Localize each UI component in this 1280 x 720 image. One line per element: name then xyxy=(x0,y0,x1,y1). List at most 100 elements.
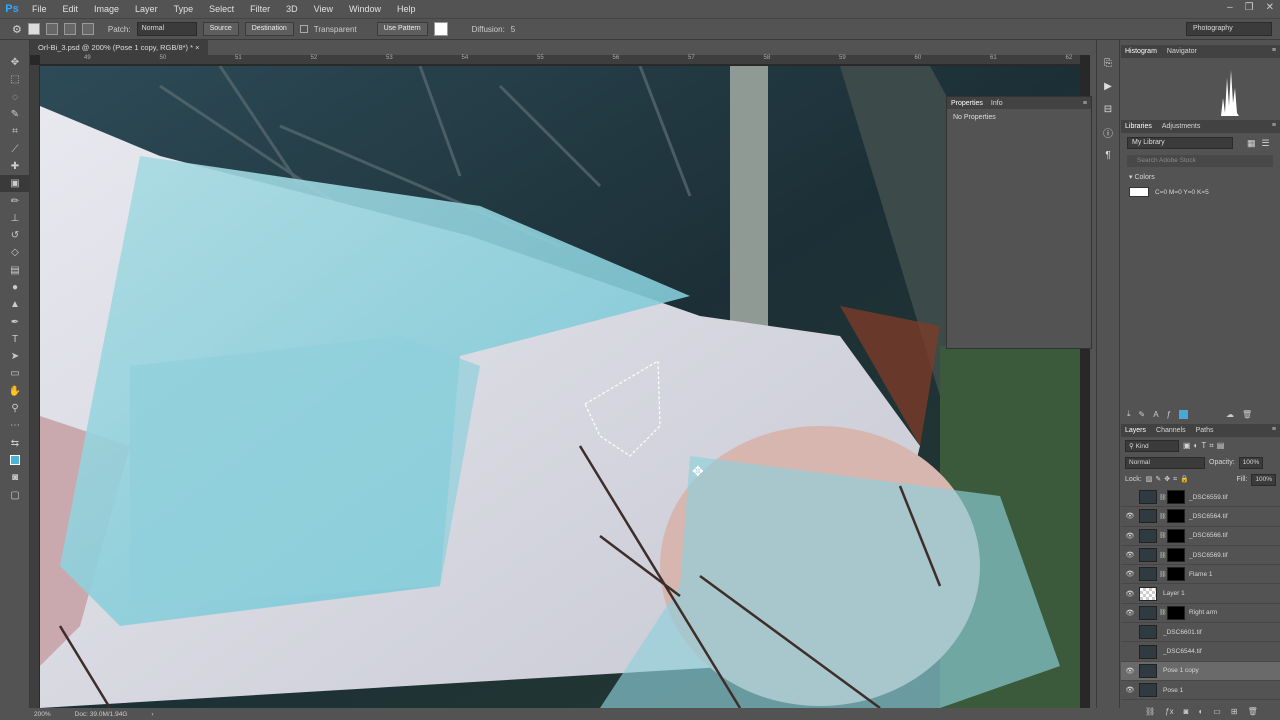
subtract-selection-icon[interactable] xyxy=(63,23,76,35)
visibility-eye-icon[interactable]: 👁 xyxy=(1121,686,1139,694)
colors-header[interactable]: ▾ Colors xyxy=(1129,173,1272,181)
panel-menu-icon[interactable]: ≡ xyxy=(1272,47,1276,54)
history-brush-icon[interactable]: ↺ xyxy=(0,227,30,244)
close-icon[interactable]: × xyxy=(195,43,199,52)
layer-row[interactable]: _DSC6544.tif xyxy=(1121,642,1280,662)
layer-mask-thumbnail[interactable] xyxy=(1167,509,1185,524)
link-chain-icon[interactable]: ⛓ xyxy=(1159,532,1167,539)
link-chain-icon[interactable]: ⛓ xyxy=(1159,571,1167,578)
tab-properties[interactable]: Properties xyxy=(951,100,983,107)
tab-channels[interactable]: Channels xyxy=(1156,427,1186,434)
list-view-icon[interactable]: ☰ xyxy=(1262,138,1270,149)
cloud-icon[interactable]: ☁ xyxy=(1226,410,1234,419)
layer-row[interactable]: 👁 ⛓ Right arm xyxy=(1121,604,1280,624)
fx-icon[interactable]: ƒ xyxy=(1167,410,1171,419)
tab-layers[interactable]: Layers xyxy=(1125,427,1146,434)
menu-window[interactable]: Window xyxy=(341,4,389,14)
mask-icon[interactable]: ◙ xyxy=(1184,707,1189,716)
fill-input[interactable]: 100% xyxy=(1251,473,1276,486)
zoom-tool-icon[interactable]: ⚲ xyxy=(0,400,30,417)
crop-tool-icon[interactable]: ⌗ xyxy=(0,123,30,140)
type-tool-icon[interactable]: T xyxy=(0,331,30,348)
layer-mask-thumbnail[interactable] xyxy=(1167,567,1185,582)
menu-layer[interactable]: Layer xyxy=(127,4,166,14)
opacity-input[interactable]: 100% xyxy=(1238,456,1264,469)
history-icon[interactable]: ⎘ xyxy=(1097,52,1119,75)
grid-view-icon[interactable]: ▦ xyxy=(1247,138,1256,149)
patch-tool-icon[interactable]: ▣ xyxy=(0,175,30,193)
blend-mode-select[interactable]: Normal xyxy=(1125,456,1205,469)
layer-mask-thumbnail[interactable] xyxy=(1167,490,1185,505)
group-icon[interactable]: ▭ xyxy=(1213,707,1221,716)
layer-row[interactable]: 👁 ⛓ _DSC6566.tif xyxy=(1121,527,1280,546)
more-tools-icon[interactable]: ⋯ xyxy=(0,417,30,434)
status-arrow-icon[interactable]: › xyxy=(151,711,153,718)
move-tool-icon[interactable]: ✥ xyxy=(0,54,30,71)
layer-mask-thumbnail[interactable] xyxy=(1167,548,1185,563)
layer-row[interactable]: 👁 Pose 1 xyxy=(1121,681,1280,701)
source-button[interactable]: Source xyxy=(202,22,239,36)
patch-tool-icon[interactable]: ⚙ xyxy=(12,23,22,36)
lock-icons[interactable]: ▨✎✥⌗🔒 xyxy=(1146,475,1192,484)
pen-tool-icon[interactable]: ✒ xyxy=(0,313,30,330)
layer-row[interactable]: 👁 Pose 1 copy xyxy=(1121,661,1280,681)
new-selection-icon[interactable] xyxy=(27,23,40,35)
layer-filter-select[interactable]: ⚲ Kind xyxy=(1125,439,1179,452)
quick-select-tool-icon[interactable]: ✎ xyxy=(0,106,30,123)
library-select[interactable]: My Library xyxy=(1127,137,1233,149)
adjust-icon[interactable]: ⊟ xyxy=(1097,98,1119,121)
tab-paths[interactable]: Paths xyxy=(1196,427,1214,434)
menu-type[interactable]: Type xyxy=(166,4,202,14)
dodge-tool-icon[interactable]: ▲ xyxy=(0,296,30,313)
lasso-tool-icon[interactable]: ◌ xyxy=(0,89,30,106)
info-icon[interactable]: ⓘ xyxy=(1097,121,1119,144)
link-chain-icon[interactable]: ⛓ xyxy=(1159,513,1167,520)
panel-menu-icon[interactable]: ≡ xyxy=(1272,426,1276,433)
menu-3d[interactable]: 3D xyxy=(278,4,306,14)
clone-stamp-icon[interactable]: ⊥ xyxy=(0,210,30,227)
blur-tool-icon[interactable]: ● xyxy=(0,279,30,296)
color-swatch-item[interactable]: C=0 M=0 Y=0 K=5 xyxy=(1129,187,1272,197)
new-layer-icon[interactable]: ⊞ xyxy=(1231,707,1238,716)
menu-file[interactable]: File xyxy=(24,4,55,14)
fx-icon[interactable]: ƒx xyxy=(1165,707,1173,716)
link-icon[interactable]: ⛓ xyxy=(1145,707,1155,716)
layer-row[interactable]: ⛓ _DSC6559.tif xyxy=(1121,488,1280,508)
restore-button[interactable]: ❐ xyxy=(1245,2,1254,13)
visibility-eye-icon[interactable]: 👁 xyxy=(1121,512,1139,520)
tab-document[interactable]: Orl-Bi_3.psd @ 200% (Pose 1 copy, RGB/8*… xyxy=(30,40,208,55)
stock-search-input[interactable]: Search Adobe Stock xyxy=(1127,155,1273,167)
document-canvas[interactable]: ✥ xyxy=(40,66,1080,708)
transparent-checkbox[interactable] xyxy=(299,25,308,33)
brush-add-icon[interactable]: ✎ xyxy=(1139,410,1146,419)
layer-mask-thumbnail[interactable] xyxy=(1167,528,1185,543)
eyedropper-tool-icon[interactable]: ⟋ xyxy=(0,140,30,157)
link-chain-icon[interactable]: ⛓ xyxy=(1159,609,1167,616)
tab-info[interactable]: Info xyxy=(991,100,1003,107)
visibility-eye-icon[interactable]: 👁 xyxy=(1121,667,1139,675)
layer-row[interactable]: 👁 ⛓ _DSC6569.tif xyxy=(1121,546,1280,566)
quick-mask-icon[interactable]: ◙ xyxy=(0,469,30,486)
visibility-eye-icon[interactable]: 👁 xyxy=(1121,590,1139,598)
tab-histogram[interactable]: Histogram xyxy=(1125,48,1157,55)
layer-mask-thumbnail[interactable] xyxy=(1167,605,1185,620)
zoom-level[interactable]: 200% xyxy=(34,711,51,718)
workspace-select[interactable]: Photography xyxy=(1186,22,1272,36)
layer-row[interactable]: 👁 Layer 1 xyxy=(1121,584,1280,604)
pattern-swatch-icon[interactable] xyxy=(433,22,448,36)
intersect-selection-icon[interactable] xyxy=(81,23,94,35)
layer-row[interactable]: _DSC6601.tif xyxy=(1121,623,1280,643)
link-chain-icon[interactable]: ⛓ xyxy=(1159,552,1167,559)
delete-layer-icon[interactable]: 🗑 xyxy=(1248,707,1258,716)
text-style-icon[interactable]: A xyxy=(1153,410,1158,419)
filter-icons[interactable]: ▣◐T⌗▤ xyxy=(1183,441,1227,451)
tab-libraries[interactable]: Libraries xyxy=(1125,123,1152,130)
adjustment-icon[interactable]: ◐ xyxy=(1198,707,1203,716)
actions-play-icon[interactable]: ▶ xyxy=(1097,75,1119,98)
healing-tool-icon[interactable]: ✚ xyxy=(0,158,30,175)
eraser-tool-icon[interactable]: ◇ xyxy=(0,244,30,261)
add-content-icon[interactable]: ⤓ xyxy=(1127,409,1131,419)
trash-icon[interactable]: 🗑 xyxy=(1242,410,1252,419)
visibility-eye-icon[interactable]: 👁 xyxy=(1121,570,1139,578)
patch-mode-select[interactable]: Normal xyxy=(136,22,197,36)
